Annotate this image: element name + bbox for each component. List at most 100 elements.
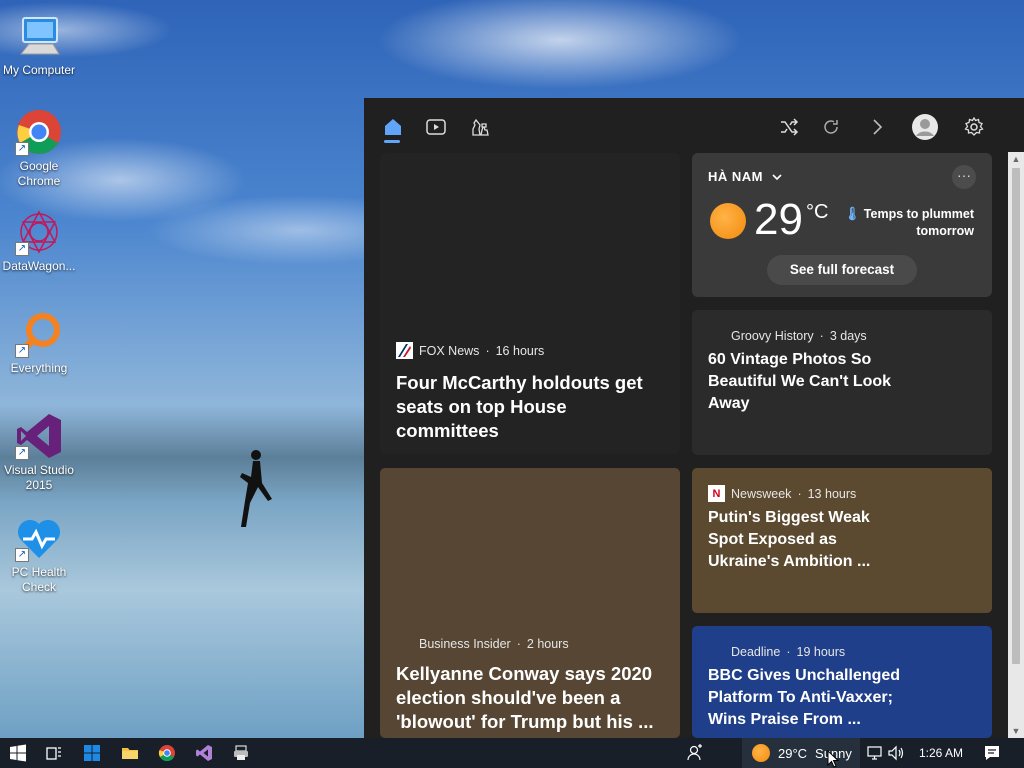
sunny-icon bbox=[710, 203, 746, 239]
source-logo-icon bbox=[396, 635, 413, 652]
printer-icon bbox=[234, 745, 248, 760]
desktop-icon-my-computer[interactable]: My Computer bbox=[0, 12, 78, 78]
task-view-button[interactable] bbox=[40, 738, 68, 768]
desktop-icon-google-chrome[interactable]: ↗ Google Chrome bbox=[0, 108, 78, 189]
source-name: Deadline bbox=[731, 644, 781, 659]
news-card[interactable]: N Newsweek · 13 hours Putin's Biggest We… bbox=[692, 468, 992, 613]
desktop-icon-label: My Computer bbox=[2, 63, 76, 77]
windows-store-icon bbox=[84, 745, 100, 761]
weather-more-button[interactable]: ··· bbox=[952, 165, 976, 189]
people-button[interactable] bbox=[682, 738, 706, 768]
news-title: Putin's Biggest Weak Spot Exposed as Ukr… bbox=[708, 509, 871, 570]
source-name: Business Insider bbox=[419, 636, 511, 651]
source-logo-icon bbox=[708, 643, 725, 660]
people-icon bbox=[687, 744, 702, 761]
gear-icon bbox=[964, 117, 984, 136]
pc-health-check-icon: ↗ bbox=[15, 514, 63, 562]
see-full-forecast-button[interactable]: See full forecast bbox=[767, 255, 917, 285]
windows-logo-icon bbox=[10, 744, 26, 762]
news-source: Deadline · 19 hours bbox=[708, 643, 845, 660]
news-title: 60 Vintage Photos So Beautiful We Can't … bbox=[708, 351, 892, 412]
taskbar-app-store[interactable] bbox=[78, 738, 106, 768]
sunny-icon bbox=[752, 744, 770, 762]
next-button[interactable] bbox=[862, 112, 892, 142]
source-name: FOX News bbox=[419, 343, 480, 358]
news-title: Kellyanne Conway says 2020 election shou… bbox=[396, 663, 654, 732]
thermometer-icon: 🌡 bbox=[843, 206, 861, 221]
news-panel: FOX News · 16 hours Four McCarthy holdou… bbox=[364, 98, 1024, 738]
news-source: FOX News · 16 hours bbox=[396, 342, 544, 359]
news-title: Four McCarthy holdouts get seats on top … bbox=[396, 372, 643, 441]
computer-icon bbox=[15, 12, 63, 60]
chrome-icon: ↗ bbox=[15, 108, 63, 156]
shortcut-arrow-icon: ↗ bbox=[15, 242, 29, 256]
chess-icon bbox=[472, 118, 489, 136]
news-card[interactable]: Deadline · 19 hours BBC Gives Unchalleng… bbox=[692, 626, 992, 738]
video-tab[interactable] bbox=[421, 112, 451, 142]
folder-icon bbox=[122, 748, 138, 759]
settings-button[interactable] bbox=[959, 112, 989, 142]
scroll-thumb[interactable] bbox=[1012, 168, 1020, 664]
news-card[interactable]: Groovy History · 3 days 60 Vintage Photo… bbox=[692, 310, 992, 455]
taskbar-file-explorer[interactable] bbox=[116, 738, 144, 768]
games-tab[interactable] bbox=[465, 112, 495, 142]
chevron-right-icon bbox=[873, 119, 883, 135]
start-button[interactable] bbox=[4, 738, 32, 768]
desktop-icon-visual-studio[interactable]: ↗ Visual Studio 2015 bbox=[0, 412, 78, 493]
source-age: 13 hours bbox=[807, 486, 857, 501]
news-source: Groovy History · 3 days bbox=[708, 327, 867, 344]
source-name: Newsweek bbox=[731, 486, 792, 501]
source-name: Groovy History bbox=[731, 328, 814, 343]
home-icon bbox=[385, 119, 401, 135]
panel-scrollbar[interactable]: ▲ ▼ bbox=[1008, 152, 1024, 738]
taskbar-clock[interactable]: 1:26 AM bbox=[912, 738, 970, 768]
shortcut-arrow-icon: ↗ bbox=[15, 548, 29, 562]
news-source: N Newsweek · 13 hours bbox=[708, 485, 856, 502]
desktop-icon-everything[interactable]: ↗ Everything bbox=[0, 310, 78, 376]
desktop-icon-label: Everything bbox=[10, 361, 68, 375]
source-age: 19 hours bbox=[796, 644, 846, 659]
refresh-button[interactable] bbox=[816, 112, 846, 142]
volume-tray-button[interactable] bbox=[886, 738, 906, 768]
shuffle-button[interactable] bbox=[774, 112, 804, 142]
scroll-up-arrow-icon[interactable]: ▲ bbox=[1008, 152, 1024, 166]
desktop-icon-datawagon[interactable]: ↗ DataWagon... bbox=[0, 208, 78, 274]
scroll-down-arrow-icon[interactable]: ▼ bbox=[1008, 724, 1024, 738]
news-title: BBC Gives Unchallenged Platform To Anti-… bbox=[708, 667, 901, 728]
home-tab-indicator bbox=[384, 140, 400, 143]
taskbar-chrome[interactable] bbox=[153, 738, 181, 768]
taskbar: 29°C Sunny 1:26 AM bbox=[0, 738, 1024, 768]
weather-card[interactable]: HÀ NAM ··· 29 °C 🌡 Temps to plummet tomo… bbox=[692, 153, 992, 297]
news-card[interactable]: Business Insider · 2 hours Kellyanne Con… bbox=[380, 468, 680, 738]
shortcut-arrow-icon: ↗ bbox=[15, 446, 29, 460]
shuffle-icon bbox=[781, 118, 799, 136]
network-tray-button[interactable] bbox=[864, 738, 884, 768]
profile-button[interactable] bbox=[910, 112, 940, 142]
wallpaper-runner bbox=[240, 450, 272, 527]
news-card[interactable]: FOX News · 16 hours Four McCarthy holdou… bbox=[380, 153, 680, 454]
news-source: Business Insider · 2 hours bbox=[396, 635, 569, 652]
chrome-icon bbox=[158, 745, 175, 762]
home-tab[interactable] bbox=[378, 112, 408, 142]
source-age: 2 hours bbox=[526, 636, 569, 651]
shortcut-arrow-icon: ↗ bbox=[15, 344, 29, 358]
refresh-icon bbox=[824, 120, 838, 134]
mouse-cursor-icon bbox=[827, 750, 840, 768]
visual-studio-icon bbox=[196, 745, 212, 761]
taskbar-weather-button[interactable]: 29°C Sunny bbox=[742, 738, 860, 768]
visual-studio-icon: ↗ bbox=[15, 412, 63, 460]
desktop-icon-label: Visual Studio 2015 bbox=[4, 463, 74, 492]
action-center-button[interactable] bbox=[978, 738, 1006, 768]
desktop-icon-pc-health-check[interactable]: ↗ PC Health Check bbox=[0, 514, 78, 595]
fox-news-logo-icon bbox=[396, 342, 413, 359]
shortcut-arrow-icon: ↗ bbox=[15, 142, 29, 156]
taskbar-app[interactable] bbox=[227, 738, 255, 768]
weather-note: 🌡 Temps to plummet tomorrow bbox=[843, 206, 974, 238]
everything-search-icon: ↗ bbox=[15, 310, 63, 358]
weather-location[interactable]: HÀ NAM bbox=[708, 169, 783, 184]
desktop-icon-label: PC Health Check bbox=[11, 565, 67, 594]
taskbar-visual-studio[interactable] bbox=[190, 738, 218, 768]
desktop-icon-label: DataWagon... bbox=[2, 259, 76, 273]
taskbar-weather-temp: 29°C bbox=[778, 745, 808, 761]
source-logo-icon bbox=[708, 327, 725, 344]
